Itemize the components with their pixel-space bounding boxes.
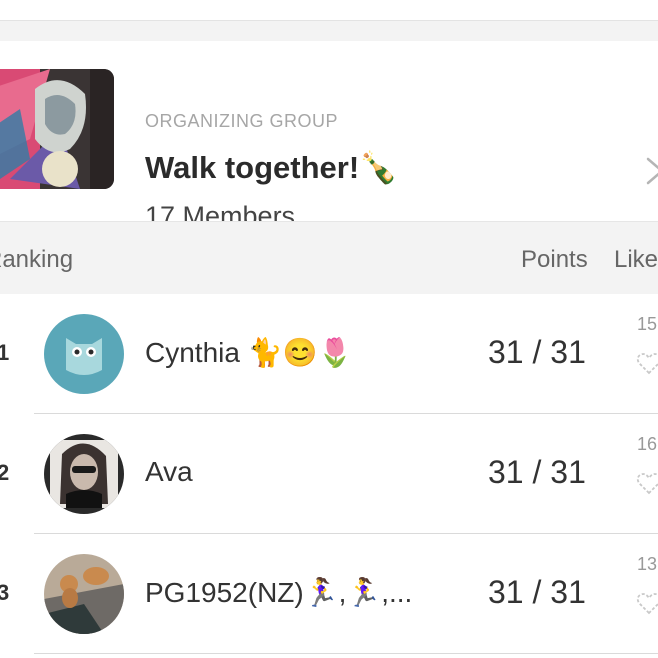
points-value: 31 / 31 [488,334,586,370]
ranking-row[interactable]: 2 Ava 31 / 31 16 [0,414,658,534]
chevron-right-icon[interactable] [640,151,658,191]
likes-count: 16 [637,434,658,454]
rank-number: 2 [0,460,10,485]
group-title: Walk together!🍾 [145,150,398,185]
group-cover-image [0,69,114,189]
heart-outline-icon[interactable] [636,592,658,616]
member-name: Ava [145,456,193,487]
heart-outline-icon[interactable] [636,472,658,496]
heart-outline-icon[interactable] [636,352,658,376]
section-gap [0,21,658,41]
likes-column-label: Likes [614,246,658,273]
points-value: 31 / 31 [488,454,586,490]
points-column-label: Points [521,246,588,273]
top-strip [0,0,658,21]
member-name: PG1952(NZ)🏃‍♀️,🏃‍♀️,... [145,577,413,608]
rank-number: 3 [0,580,10,605]
ranking-column-label: Ranking [0,246,74,273]
points-value: 31 / 31 [488,574,586,610]
ranking-row[interactable]: 3 PG1952(NZ)🏃‍♀️,🏃‍♀️,... 31 / 31 13 [0,534,658,654]
row-divider [34,653,658,654]
likes-count: 13 [637,554,658,574]
avatar[interactable] [44,434,124,514]
avatar[interactable] [44,554,124,634]
likes-count: 15 [637,314,658,334]
rank-number: 1 [0,340,10,365]
ranking-row[interactable]: 1 Cynthia 🐈😊🌷 31 / 31 15 [0,294,658,414]
group-type-label: ORGANIZING GROUP [145,111,339,131]
organizing-group-card[interactable]: ORGANIZING GROUP Walk together!🍾 17 Memb… [0,41,658,231]
member-name: Cynthia 🐈😊🌷 [145,337,353,368]
avatar[interactable] [44,314,124,394]
ranking-header: Ranking Points Likes [0,221,658,295]
